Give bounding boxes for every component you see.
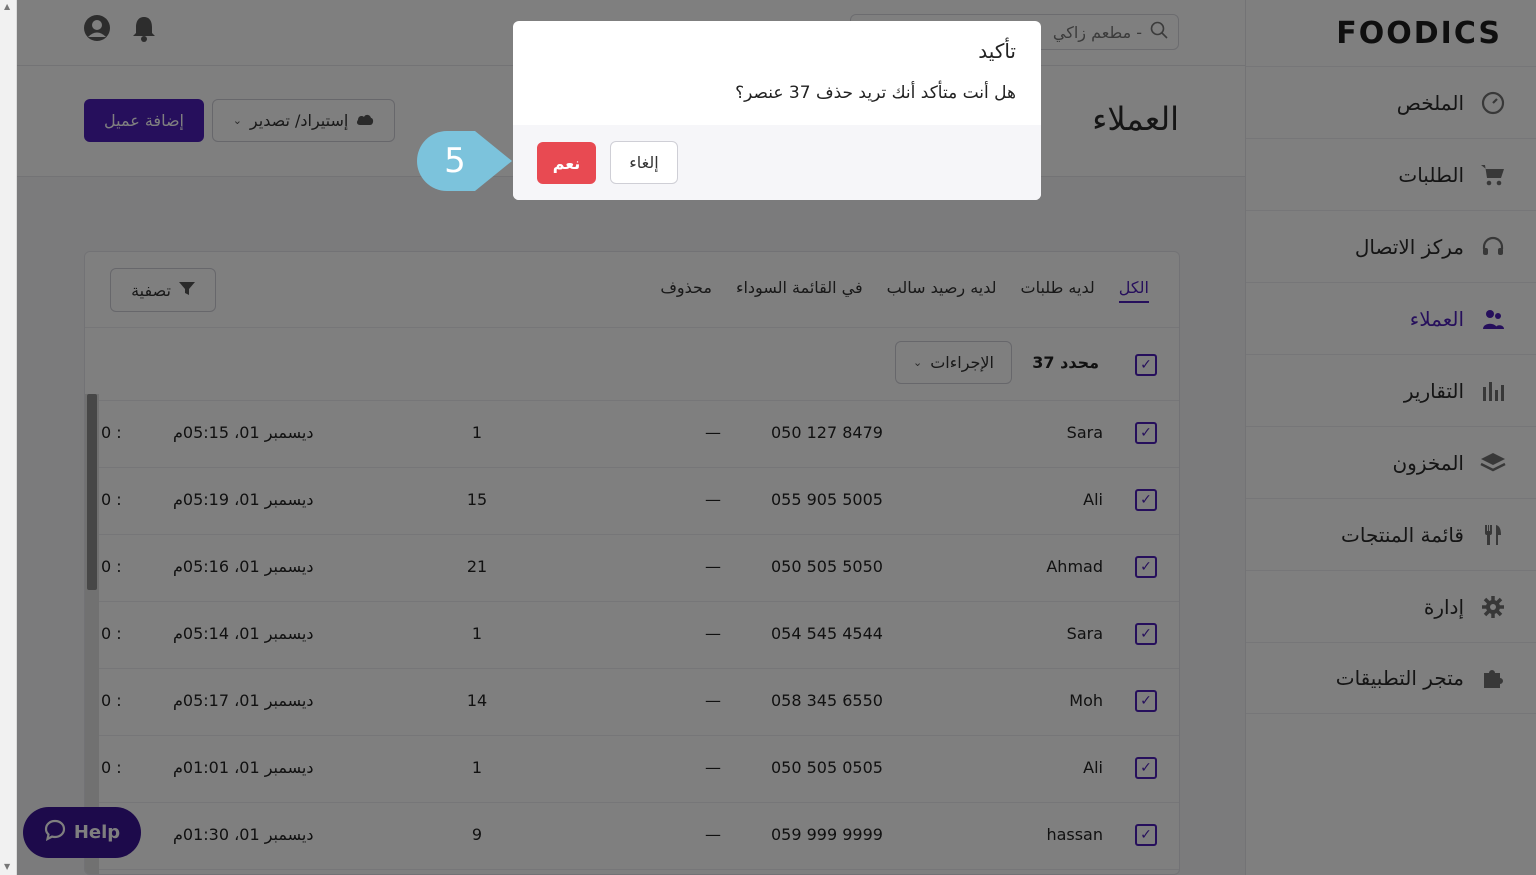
confirm-dialog: تأكيد هل أنت متأكد أنك تريد حذف 37 عنصر؟… — [513, 21, 1041, 200]
window-scrollbar[interactable]: ▲ ▼ — [0, 0, 17, 875]
confirm-yes-button[interactable]: نعم — [537, 142, 596, 184]
cancel-button[interactable]: إلغاء — [610, 141, 678, 184]
dialog-title: تأكيد — [978, 39, 1016, 63]
step-badge: 5 — [417, 131, 512, 191]
scroll-down-arrow-icon[interactable]: ▼ — [4, 862, 10, 871]
dialog-message: هل أنت متأكد أنك تريد حذف 37 عنصر؟ — [735, 83, 1016, 103]
scroll-up-arrow-icon[interactable]: ▲ — [4, 2, 10, 11]
step-number: 5 — [444, 141, 466, 181]
dialog-footer: إلغاء نعم — [513, 125, 1041, 200]
